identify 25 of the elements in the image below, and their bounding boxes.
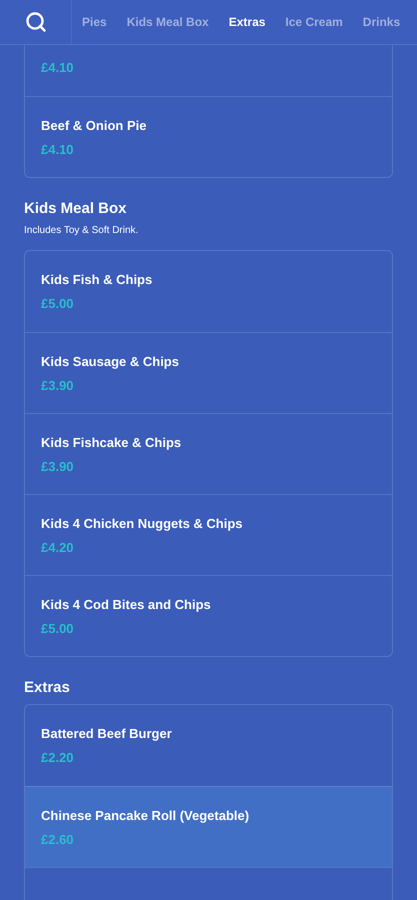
item-name: Kids Fishcake & Chips	[41, 434, 182, 452]
item-name: Kids Sausage & Chips	[41, 353, 180, 371]
item-name: Beef & Onion Pie	[41, 117, 148, 135]
item-price: £2.20	[41, 749, 75, 767]
item-price: £3.90	[41, 458, 75, 476]
item-name: Battered Beef Burger	[41, 725, 173, 743]
item-price: £4.10	[41, 141, 75, 159]
item-price: £5.00	[41, 295, 75, 313]
item-price: £4.20	[41, 539, 75, 557]
item-price: £5.00	[41, 620, 75, 638]
item-name: Kids Fish & Chips	[41, 271, 154, 289]
section-subtitle: Includes Toy & Soft Drink.	[24, 225, 140, 236]
section-title: Kids Meal Box	[24, 200, 128, 217]
item-name: Kids 4 Chicken Nuggets & Chips	[41, 515, 244, 533]
search-icon	[24, 11, 46, 33]
item-name: Chinese Pancake Roll (Vegetable)	[41, 807, 250, 825]
item-price: £4.10	[41, 59, 75, 77]
item-price: £2.60	[41, 831, 75, 849]
section-title: Extras	[24, 679, 71, 696]
item-price: £3.90	[41, 377, 75, 395]
menu-item[interactable]: Kids 4 Cod Bites and Chips £5.00	[25, 575, 392, 656]
category-tab[interactable]: Extras	[218, 15, 276, 29]
menu-item[interactable]: Beef & Onion Pie £4.10	[25, 96, 392, 177]
menu-item[interactable]: Chinese Pancake Roll (Vegetable) £2.60	[25, 786, 392, 867]
item-name: Kids 4 Cod Bites and Chips	[41, 596, 212, 614]
